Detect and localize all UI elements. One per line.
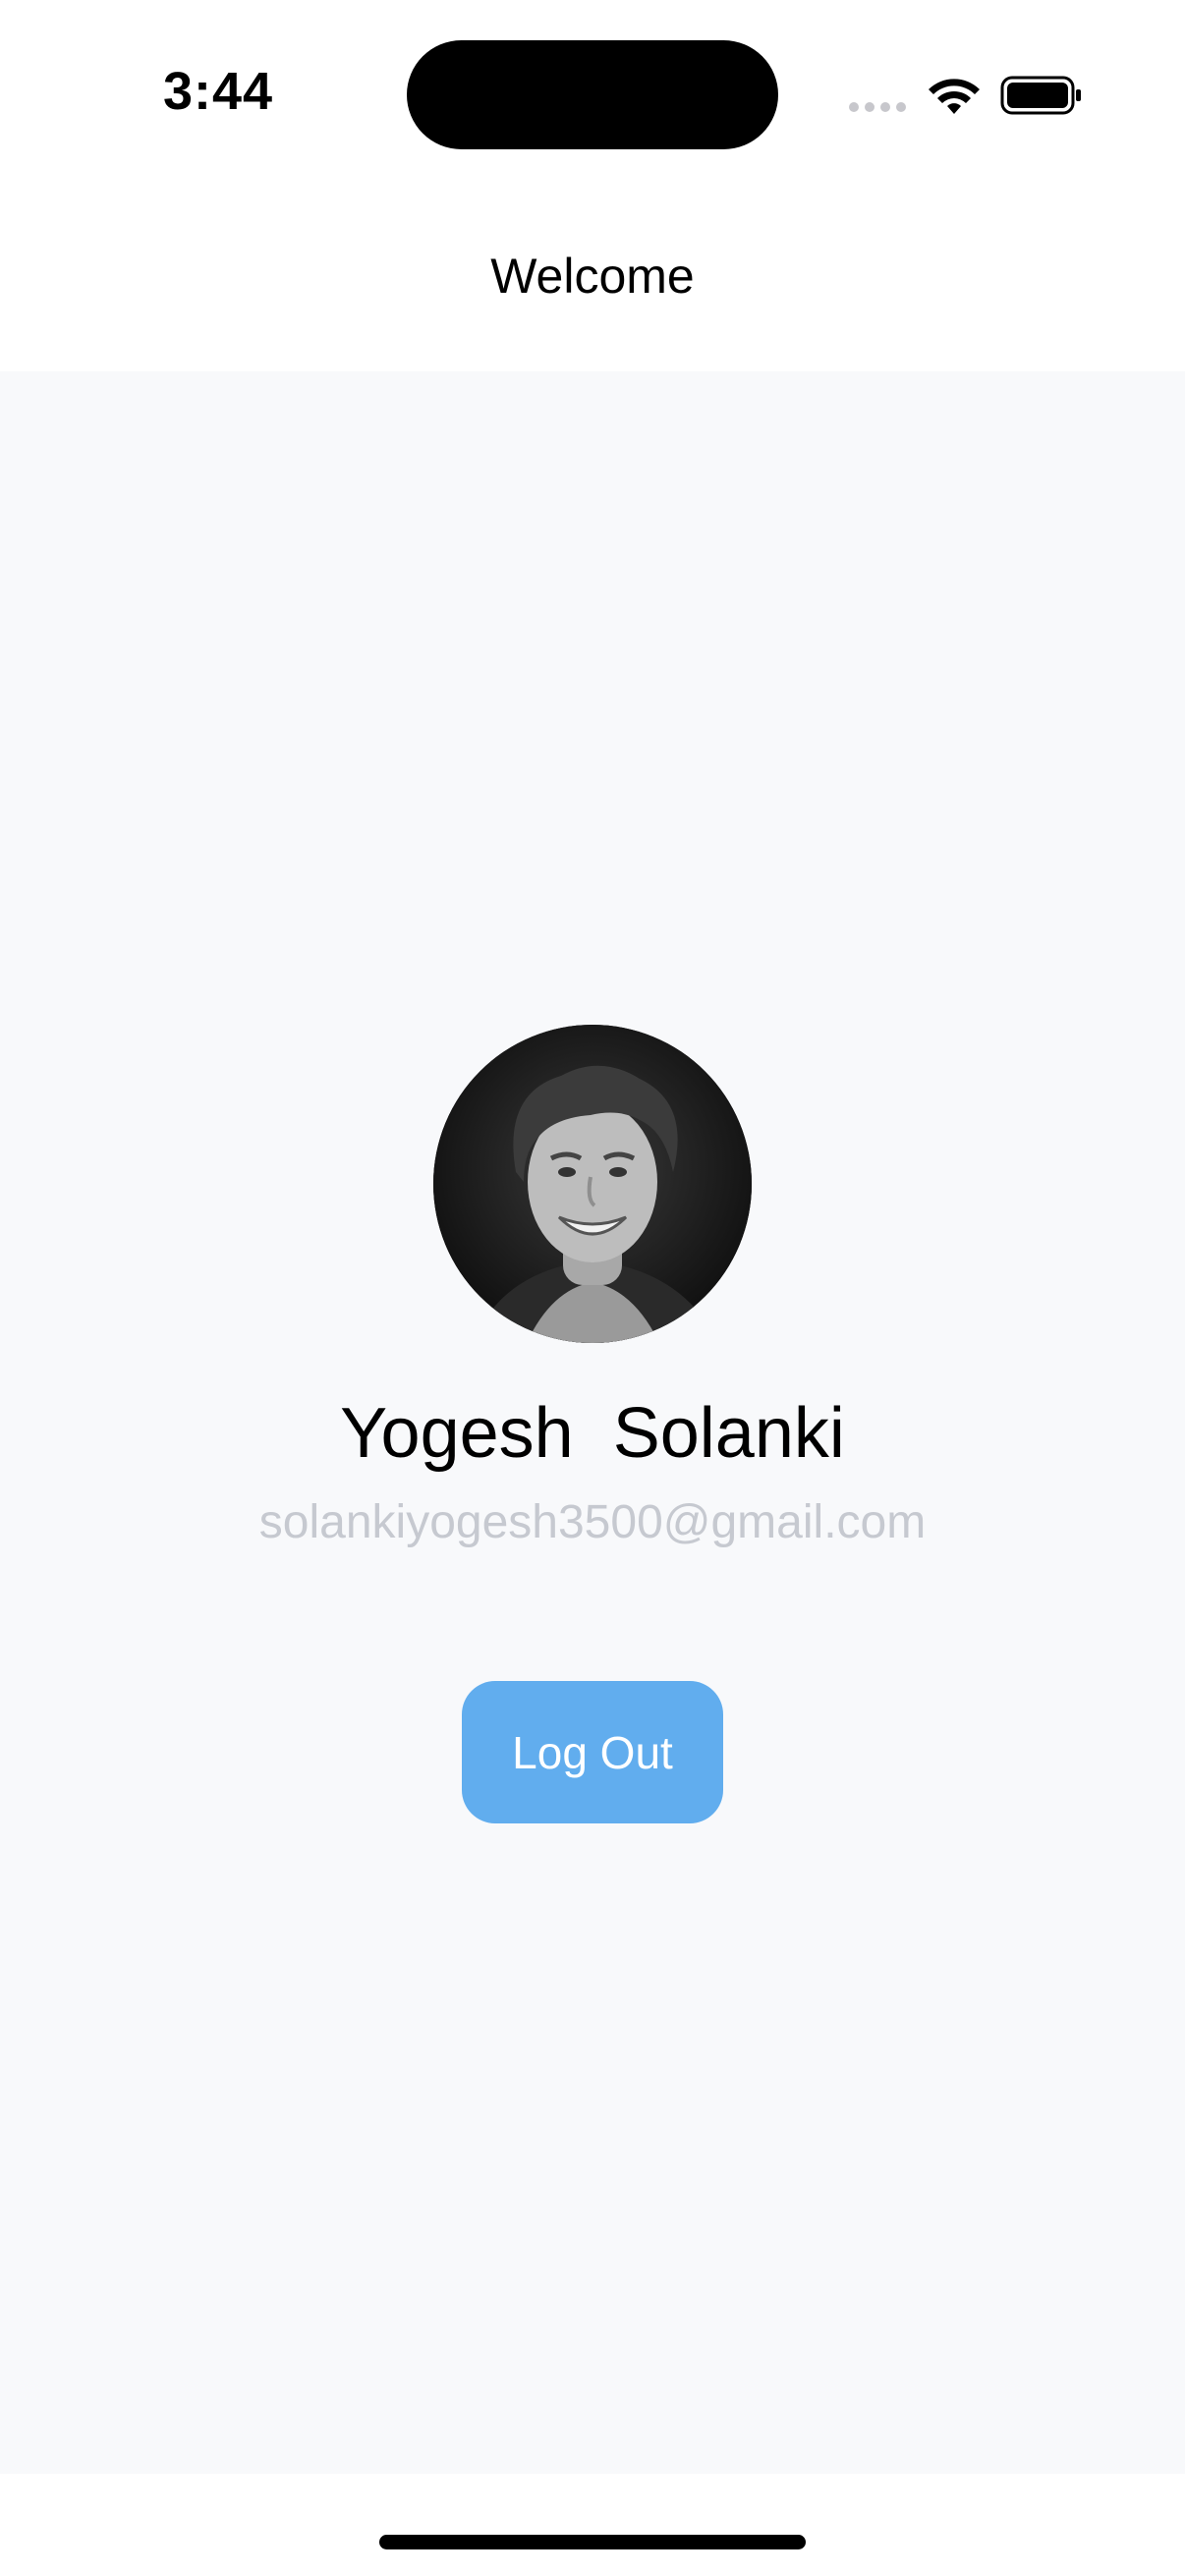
status-bar: 3:44: [0, 0, 1185, 177]
battery-icon: [1000, 76, 1081, 115]
page-title: Welcome: [490, 249, 695, 304]
home-indicator-area: [0, 2474, 1185, 2576]
home-indicator[interactable]: [379, 2535, 806, 2549]
dynamic-island: [407, 40, 778, 149]
user-email: solankiyogesh3500@gmail.com: [258, 1496, 927, 1548]
profile-photo-icon: [433, 1025, 752, 1343]
navigation-bar: Welcome: [0, 177, 1185, 371]
logout-button[interactable]: Log Out: [462, 1681, 723, 1823]
status-time: 3:44: [163, 62, 274, 121]
cellular-signal-icon: [849, 102, 906, 112]
user-name: Yogesh Solanki: [340, 1394, 845, 1473]
avatar: [433, 1025, 752, 1343]
wifi-icon: [929, 79, 980, 114]
